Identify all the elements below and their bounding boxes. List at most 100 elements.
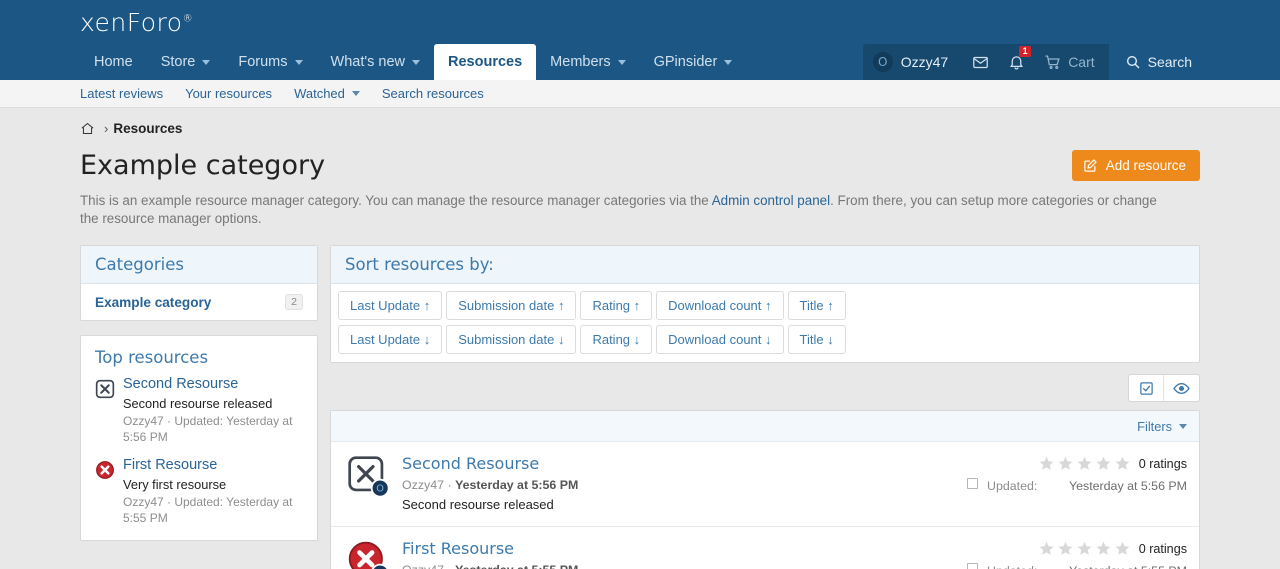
category-count-badge: 2 — [285, 294, 303, 310]
sort-last-update-asc[interactable]: Last Update ↑ — [338, 291, 442, 320]
search-button[interactable]: Search — [1109, 44, 1208, 80]
nav-item-forums[interactable]: Forums — [224, 44, 316, 80]
rating-line: 0 ratings — [987, 540, 1187, 557]
select-all-button[interactable] — [1129, 375, 1164, 401]
subnav-label: Your resources — [185, 86, 272, 101]
rating-stars[interactable] — [1038, 455, 1131, 472]
resource-meta: Ozzy47 · Updated: Yesterday at 5:55 PM — [123, 494, 303, 526]
chevron-down-icon — [618, 60, 626, 65]
sort-download-count-asc[interactable]: Download count ↑ — [656, 291, 783, 320]
updated-label: Updated: — [987, 479, 1037, 493]
alerts-button[interactable]: 1 — [998, 44, 1034, 80]
resource-author[interactable]: Ozzy47 — [402, 478, 444, 492]
resource-title-link[interactable]: First Resourse — [402, 539, 957, 559]
sort-last-update-desc[interactable]: Last Update ↓ — [338, 325, 442, 354]
site-header: xenForo® Home Store Forums What's new Re… — [0, 0, 1280, 80]
cart-button[interactable]: Cart — [1034, 44, 1108, 80]
nav-item-resources[interactable]: Resources — [434, 44, 536, 80]
nav-label: Resources — [448, 54, 522, 70]
sort-rating-desc[interactable]: Rating ↓ — [580, 325, 652, 354]
nav-item-whats-new[interactable]: What's new — [317, 44, 435, 80]
nav-label: Home — [94, 54, 133, 70]
row-checkbox[interactable] — [967, 563, 978, 569]
envelope-icon — [972, 54, 989, 71]
inbox-button[interactable] — [962, 44, 998, 80]
resource-main: Second Resourse Ozzy47 · Yesterday at 5:… — [402, 454, 957, 514]
table-row[interactable]: O Second Resourse Ozzy47 · Yesterday at … — [331, 442, 1199, 527]
resource-meta: Ozzy47 · Yesterday at 5:55 PM — [402, 561, 957, 569]
top-resources-block: Top resources Second Resourse Second res… — [80, 335, 318, 541]
filters-bar: Filters — [331, 411, 1199, 442]
watch-category-button[interactable] — [1164, 375, 1199, 401]
content-columns: Categories Example category 2 Top resour… — [72, 245, 1208, 569]
subnav-item-your-resources[interactable]: Your resources — [185, 86, 272, 101]
resource-meta: Ozzy47 · Updated: Yesterday at 5:56 PM — [123, 413, 303, 445]
list-item[interactable]: Second Resourse Second resourse released… — [95, 376, 303, 445]
username-label: Ozzy47 — [901, 54, 948, 70]
categories-header: Categories — [81, 246, 317, 284]
toolbar-button-group — [1128, 374, 1200, 402]
category-row[interactable]: Example category 2 — [81, 284, 317, 320]
eye-icon — [1173, 381, 1190, 396]
user-menu-button[interactable]: O Ozzy47 — [863, 44, 962, 80]
nav-item-members[interactable]: Members — [536, 44, 639, 80]
chevron-down-icon — [412, 60, 420, 65]
cart-icon — [1044, 54, 1061, 71]
row-checkbox[interactable] — [967, 478, 978, 489]
ratings-count: 0 ratings — [1139, 457, 1187, 471]
list-item-body: First Resourse Very first resourse Ozzy4… — [123, 457, 303, 526]
nav-label: GPinsider — [654, 54, 718, 70]
desc-text-before: This is an example resource manager cate… — [80, 193, 712, 208]
admin-control-panel-link[interactable]: Admin control panel — [712, 193, 830, 208]
main-navigation: Home Store Forums What's new Resources M… — [80, 44, 746, 80]
category-link[interactable]: Example category — [95, 295, 211, 310]
chevron-down-icon — [295, 60, 303, 65]
nav-item-gpinsider[interactable]: GPinsider — [640, 44, 747, 80]
page-description: This is an example resource manager cate… — [72, 192, 1182, 228]
subnav-item-latest-reviews[interactable]: Latest reviews — [80, 86, 163, 101]
updated-label: Updated: — [987, 564, 1037, 569]
rating-stars[interactable] — [1038, 540, 1131, 557]
sort-title-desc[interactable]: Title ↓ — [788, 325, 846, 354]
sort-download-count-desc[interactable]: Download count ↓ — [656, 325, 783, 354]
nav-label: What's new — [331, 54, 406, 70]
row-select-cell — [957, 539, 987, 569]
breadcrumb: › Resources — [72, 108, 1208, 148]
top-resources-header: Top resources — [95, 348, 303, 367]
ratings-count: 0 ratings — [1139, 542, 1187, 556]
add-resource-button[interactable]: Add resource — [1072, 150, 1200, 181]
sort-title-asc[interactable]: Title ↑ — [788, 291, 846, 320]
filters-button[interactable]: Filters — [1137, 419, 1187, 434]
sort-submission-date-desc[interactable]: Submission date ↓ — [446, 325, 576, 354]
resource-author[interactable]: Ozzy47 — [402, 563, 444, 569]
resource-list-panel: Filters O Second R — [330, 410, 1200, 569]
filters-label: Filters — [1137, 419, 1172, 434]
main-content: Sort resources by: Last Update ↑ Submiss… — [330, 245, 1200, 569]
resource-title-link[interactable]: Second Resourse — [402, 454, 957, 474]
page-body: › Resources Example category Add resourc… — [0, 108, 1280, 569]
avatar: O — [873, 52, 893, 72]
cart-label: Cart — [1068, 54, 1094, 70]
table-row[interactable]: O First Resourse Ozzy47 · Yesterday at 5… — [331, 527, 1199, 569]
resource-tagline: Very first resourse — [123, 476, 303, 493]
list-item[interactable]: First Resourse Very first resourse Ozzy4… — [95, 457, 303, 526]
home-icon[interactable] — [80, 121, 95, 136]
page-title: Example category — [80, 150, 325, 182]
sort-submission-date-asc[interactable]: Submission date ↑ — [446, 291, 576, 320]
site-logo[interactable]: xenForo® — [80, 8, 193, 37]
breadcrumb-current[interactable]: Resources — [113, 121, 182, 136]
star-icon — [1076, 540, 1093, 557]
resource-meta: Ozzy47 · Yesterday at 5:56 PM — [402, 476, 957, 494]
chevron-down-icon — [724, 60, 732, 65]
nav-item-store[interactable]: Store — [147, 44, 225, 80]
resource-title-link[interactable]: First Resourse — [123, 457, 303, 474]
updated-value: Yesterday at 5:56 PM — [1069, 479, 1187, 493]
subnav-item-search-resources[interactable]: Search resources — [382, 86, 484, 101]
x-square-icon: O — [347, 455, 390, 503]
x-circle-red-icon — [95, 460, 115, 526]
nav-item-home[interactable]: Home — [80, 44, 147, 80]
sort-rating-asc[interactable]: Rating ↑ — [580, 291, 652, 320]
resource-title-link[interactable]: Second Resourse — [123, 376, 303, 393]
sort-button-rows: Last Update ↑ Submission date ↑ Rating ↑… — [331, 284, 1199, 362]
subnav-item-watched[interactable]: Watched — [294, 86, 360, 101]
